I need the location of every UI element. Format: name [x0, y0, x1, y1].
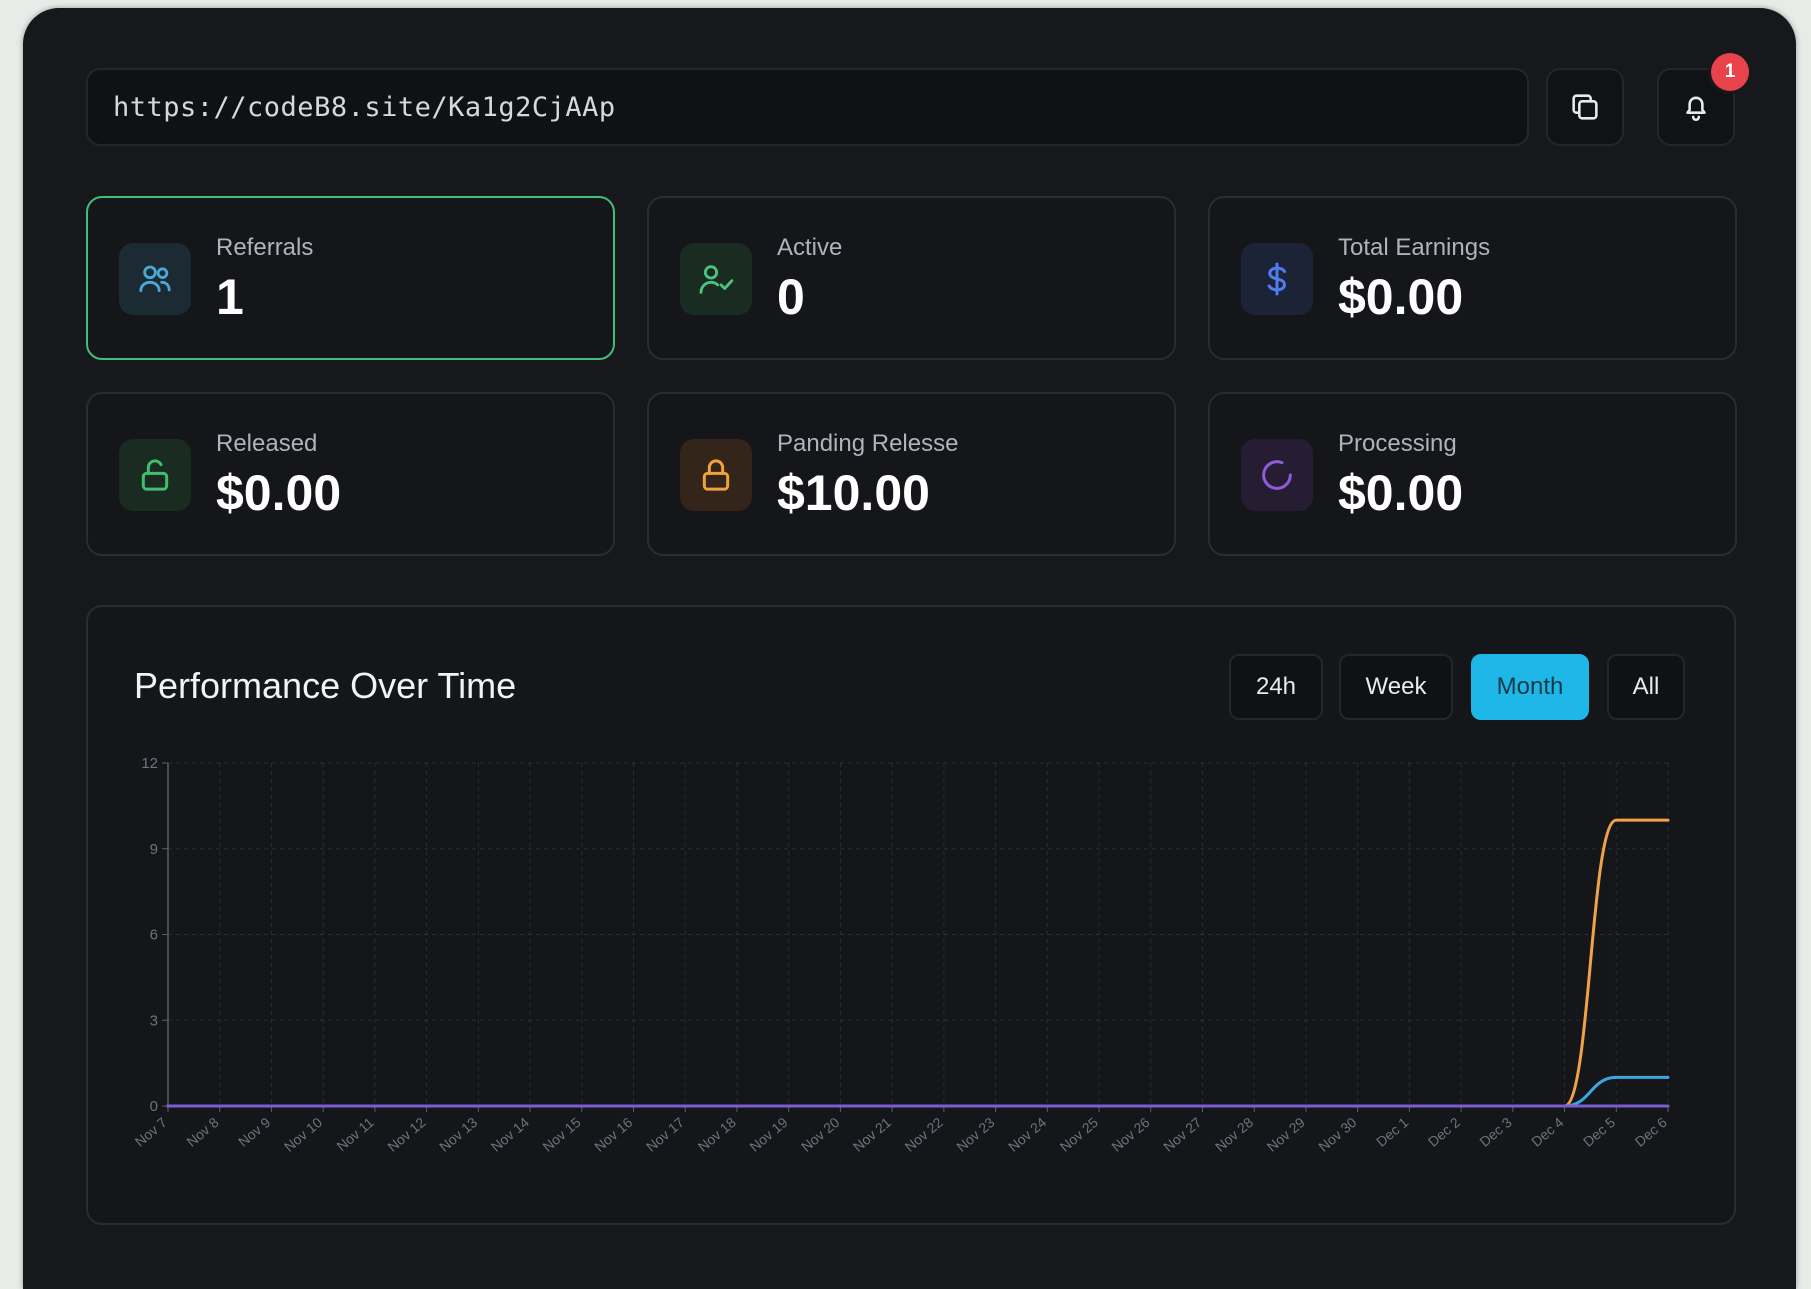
x-tick-label: Dec 4	[1528, 1114, 1566, 1150]
x-tick-label: Nov 24	[1005, 1114, 1049, 1155]
x-tick-label: Nov 7	[132, 1114, 170, 1150]
x-tick-label: Nov 11	[333, 1114, 377, 1154]
x-tick-label: Nov 13	[436, 1114, 480, 1155]
x-tick-label: Nov 12	[384, 1114, 428, 1155]
x-tick-label: Nov 14	[488, 1114, 532, 1155]
y-tick-label: 6	[150, 927, 158, 944]
y-tick-label: 12	[141, 755, 158, 772]
performance-chart: 036912Nov 7 Nov 8 Nov 9 Nov 10 Nov 11 Nov 12 N…	[132, 755, 1670, 1155]
x-tick-label: Dec 6	[1632, 1114, 1670, 1150]
x-tick-label: Nov 21	[850, 1114, 894, 1155]
x-tick-label: Nov 16	[591, 1114, 635, 1155]
x-tick-label: Dec 5	[1580, 1114, 1618, 1150]
y-tick-label: 0	[150, 1098, 158, 1115]
x-tick-label: Nov 27	[1160, 1114, 1204, 1155]
x-tick-label: Nov 26	[1108, 1114, 1152, 1155]
x-tick-label: Nov 15	[539, 1114, 583, 1155]
x-tick-label: Nov 30	[1315, 1114, 1359, 1155]
series-line-1	[166, 1075, 1670, 1108]
x-tick-label: Nov 29	[1264, 1114, 1308, 1155]
x-tick-label: Nov 10	[281, 1114, 325, 1155]
x-tick-label: Nov 9	[235, 1114, 273, 1150]
x-tick-label: Nov 18	[695, 1114, 739, 1155]
x-tick-label: Nov 28	[1212, 1114, 1256, 1155]
x-tick-label: Nov 22	[902, 1114, 946, 1155]
series-line-0	[166, 818, 1670, 1108]
y-tick-label: 3	[150, 1012, 158, 1029]
x-tick-label: Nov 20	[798, 1114, 842, 1155]
x-tick-label: Nov 19	[746, 1114, 790, 1155]
x-tick-label: Nov 8	[183, 1114, 221, 1150]
x-tick-label: Nov 23	[953, 1114, 997, 1155]
x-tick-label: Dec 1	[1373, 1114, 1411, 1150]
y-tick-label: 9	[150, 841, 158, 858]
x-tick-label: Nov 25	[1057, 1114, 1101, 1155]
x-tick-label: Dec 2	[1425, 1114, 1463, 1150]
x-tick-label: Nov 17	[643, 1114, 687, 1155]
x-tick-label: Dec 3	[1476, 1114, 1514, 1150]
